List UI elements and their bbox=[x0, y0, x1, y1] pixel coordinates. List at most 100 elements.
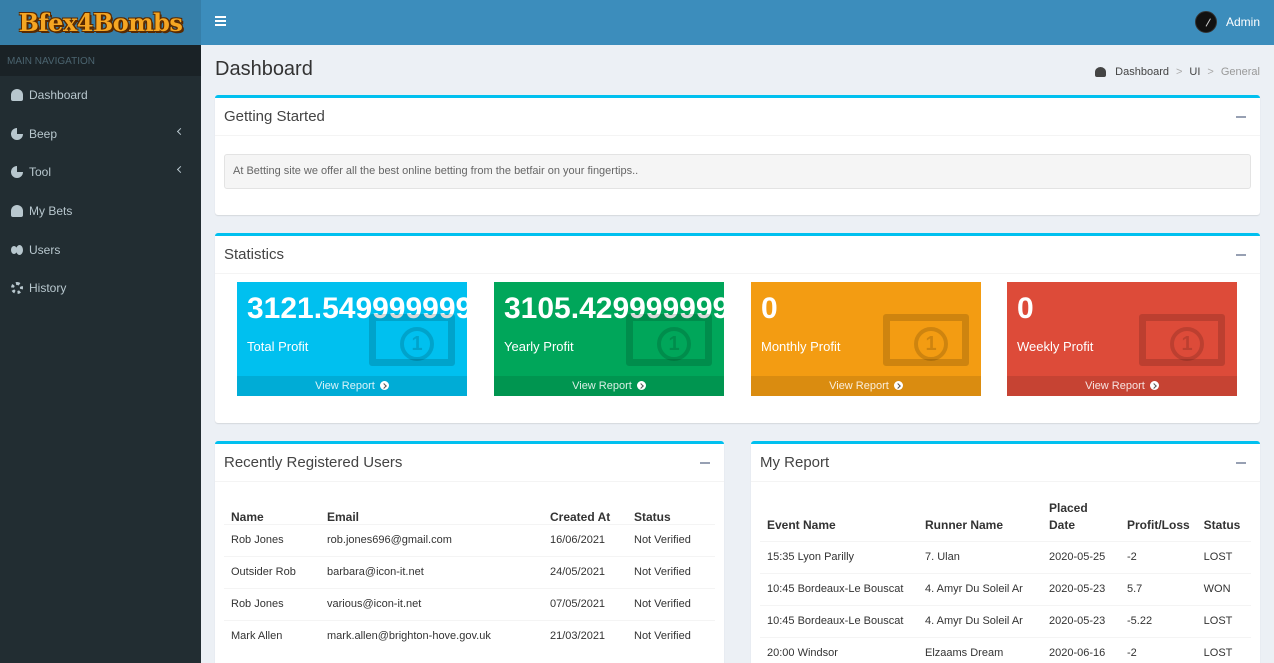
logo-text: Bfex4Bombs bbox=[18, 8, 183, 37]
cogs-icon bbox=[11, 282, 23, 295]
table-cell: 24/05/2021 bbox=[543, 555, 627, 588]
breadcrumb-item[interactable]: Dashboard bbox=[1115, 66, 1169, 78]
recent-users-box: Recently Registered Users Name Email Cre… bbox=[215, 441, 724, 663]
pie-chart-icon bbox=[11, 166, 23, 179]
dashboard-icon bbox=[1095, 67, 1107, 77]
table-cell: LOST bbox=[1196, 636, 1251, 663]
welcome-callout: At Betting site we offer all the best on… bbox=[224, 154, 1251, 189]
money-icon bbox=[626, 314, 712, 366]
table-cell: WON bbox=[1196, 572, 1251, 605]
top-navbar: Admin bbox=[201, 0, 1274, 45]
stat-card-yearly-profit: 3105.4299999999 Yearly Profit View Repor… bbox=[494, 282, 724, 396]
column-header: Status bbox=[627, 493, 715, 525]
sidebar-item-label: My Bets bbox=[29, 204, 73, 219]
collapse-icon[interactable] bbox=[1236, 254, 1246, 256]
arrow-circle-right-icon bbox=[893, 381, 903, 390]
table-row: Outsider Rob barbara@icon-it.net 24/05/2… bbox=[224, 555, 715, 588]
collapse-icon[interactable] bbox=[1236, 462, 1246, 464]
table-cell: 2020-06-16 bbox=[1042, 636, 1120, 663]
sidebar-item-dashboard[interactable]: Dashboard bbox=[0, 76, 201, 115]
table-cell: -5.22 bbox=[1120, 604, 1197, 637]
report-table: Event Name Runner Name Placed Date Profi… bbox=[760, 495, 1251, 663]
box-title: Recently Registered Users bbox=[224, 454, 403, 471]
table-cell: Elzaams Dream bbox=[918, 636, 1042, 663]
table-cell: LOST bbox=[1196, 604, 1251, 637]
column-header: Name bbox=[224, 493, 320, 525]
column-header: Runner Name bbox=[918, 495, 1042, 542]
view-report-link[interactable]: View Report bbox=[237, 376, 467, 396]
table-cell: 10:45 Bordeaux-Le Bouscat bbox=[760, 604, 918, 637]
avatar bbox=[1194, 11, 1217, 33]
sidebar-item-label: Dashboard bbox=[29, 88, 88, 103]
sidebar-item-beep[interactable]: Beep bbox=[0, 115, 201, 154]
stat-card-monthly-profit: 0 Monthly Profit View Report bbox=[751, 282, 981, 396]
money-icon bbox=[369, 314, 455, 366]
table-row: 20:00 Windsor Elzaams Dream 2020-06-16 -… bbox=[760, 636, 1251, 663]
table-cell: barbara@icon-it.net bbox=[320, 555, 543, 588]
table-cell: 4. Amyr Du Soleil Ar bbox=[918, 572, 1042, 605]
stat-label: Weekly Profit bbox=[1017, 339, 1094, 354]
chevron-left-icon bbox=[176, 127, 185, 135]
stat-label: Total Profit bbox=[247, 339, 309, 354]
arrow-circle-right-icon bbox=[1149, 381, 1159, 390]
table-row: 10:45 Bordeaux-Le Bouscat 4. Amyr Du Sol… bbox=[760, 604, 1251, 637]
table-cell: 7. Ulan bbox=[918, 540, 1042, 573]
stat-label: Monthly Profit bbox=[761, 339, 841, 354]
sidebar-item-label: Users bbox=[29, 242, 61, 257]
sidebar-item-users[interactable]: Users bbox=[0, 230, 201, 269]
sidebar-header: MAIN NAVIGATION bbox=[0, 45, 201, 76]
dashboard-icon bbox=[11, 89, 23, 102]
table-cell: 4. Amyr Du Soleil Ar bbox=[918, 604, 1042, 637]
view-report-link[interactable]: View Report bbox=[494, 376, 724, 396]
breadcrumb: Dashboard > UI > General bbox=[1095, 66, 1260, 78]
table-cell: 15:35 Lyon Parilly bbox=[760, 540, 918, 573]
collapse-icon[interactable] bbox=[700, 462, 710, 464]
breadcrumb-item[interactable]: UI bbox=[1189, 66, 1200, 78]
column-header: Email bbox=[320, 493, 543, 525]
column-header: Status bbox=[1196, 495, 1251, 542]
view-report-link[interactable]: View Report bbox=[751, 376, 981, 396]
table-row: Mark Allen mark.allen@brighton-hove.gov.… bbox=[224, 619, 715, 652]
table-cell: 5.7 bbox=[1120, 572, 1197, 605]
table-cell: LOST bbox=[1196, 540, 1251, 573]
column-header: Profit/Loss bbox=[1120, 495, 1197, 542]
table-cell: 21/03/2021 bbox=[543, 619, 627, 652]
sidebar-item-my-bets[interactable]: My Bets bbox=[0, 192, 201, 231]
stat-value: 0 bbox=[1017, 292, 1034, 325]
stat-card-weekly-profit: 0 Weekly Profit View Report bbox=[1007, 282, 1237, 396]
breadcrumb-item: General bbox=[1220, 66, 1260, 78]
table-cell: Rob Jones bbox=[224, 523, 320, 556]
users-icon bbox=[11, 244, 23, 256]
stat-label: Yearly Profit bbox=[504, 339, 574, 354]
sidebar-toggle-icon[interactable] bbox=[215, 16, 226, 27]
table-cell: rob.jones696@gmail.com bbox=[320, 523, 543, 556]
table-cell: Not Verified bbox=[627, 619, 715, 652]
app-logo[interactable]: Bfex4Bombs bbox=[0, 0, 201, 45]
collapse-icon[interactable] bbox=[1236, 116, 1246, 118]
table-cell: -2 bbox=[1120, 636, 1197, 663]
table-row: 15:35 Lyon Parilly 7. Ulan 2020-05-25 -2… bbox=[760, 540, 1251, 573]
table-cell: various@icon-it.net bbox=[320, 587, 543, 620]
dashboard-icon bbox=[11, 205, 23, 218]
sidebar: MAIN NAVIGATION Dashboard Beep Tool My B… bbox=[0, 45, 201, 663]
column-header: Created At bbox=[543, 493, 627, 525]
stat-value: 0 bbox=[761, 292, 778, 325]
table-cell: 16/06/2021 bbox=[543, 523, 627, 556]
table-cell: Not Verified bbox=[627, 587, 715, 620]
arrow-circle-right-icon bbox=[636, 381, 646, 390]
sidebar-item-tool[interactable]: Tool bbox=[0, 153, 201, 192]
table-cell: mark.allen@brighton-hove.gov.uk bbox=[320, 619, 543, 652]
user-menu[interactable]: Admin bbox=[1194, 11, 1260, 33]
table-cell: 2020-05-23 bbox=[1042, 604, 1120, 637]
table-cell: 20:00 Windsor bbox=[760, 636, 918, 663]
view-report-link[interactable]: View Report bbox=[1007, 376, 1237, 396]
sidebar-item-label: History bbox=[29, 281, 67, 296]
table-cell: Not Verified bbox=[627, 523, 715, 556]
table-cell: Rob Jones bbox=[224, 587, 320, 620]
column-header: Placed Date bbox=[1042, 495, 1120, 542]
statistics-box: Statistics 3121.5499999999 Total Profit … bbox=[215, 233, 1260, 423]
table-cell: -2 bbox=[1120, 540, 1197, 573]
sidebar-item-history[interactable]: History bbox=[0, 269, 201, 308]
user-name: Admin bbox=[1225, 15, 1260, 29]
table-row: 10:45 Bordeaux-Le Bouscat 4. Amyr Du Sol… bbox=[760, 572, 1251, 605]
